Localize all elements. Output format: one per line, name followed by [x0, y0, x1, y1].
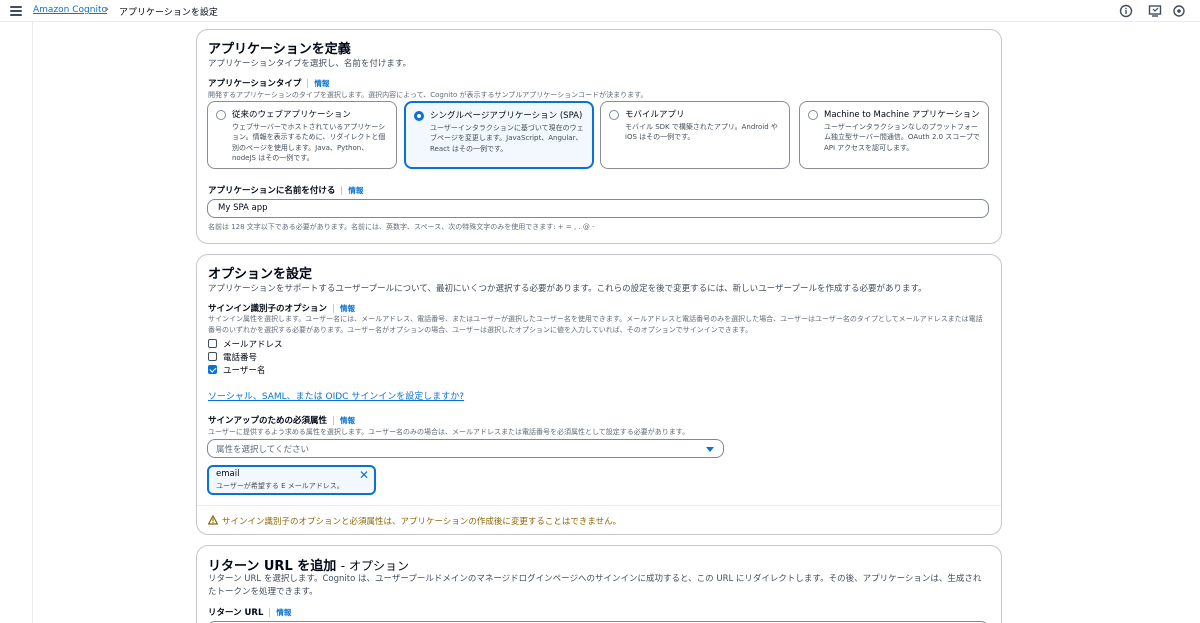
radio-button[interactable] [808, 110, 818, 120]
checkbox-box[interactable] [208, 339, 217, 348]
tile-traditional-web-app[interactable]: 従来のウェブアプリケーション ウェブサーバーでホストされているアプリケーション。… [207, 101, 397, 169]
checkbox-box[interactable] [208, 352, 217, 361]
federated-signin-link[interactable]: ソーシャル、SAML、または OIDC サインインを設定しますか? [208, 389, 464, 402]
select-placeholder: 属性を選択してください [216, 445, 309, 455]
info-link[interactable]: 情報 [333, 304, 356, 313]
panel-description: アプリケーションタイプを選択し、名前を付けます。 [208, 59, 411, 69]
tile-title: シングルページアプリケーション (SPA) [430, 111, 583, 121]
token-name: email [216, 469, 240, 479]
panel-title: アプリケーションを定義 [208, 42, 351, 57]
tile-title: Machine to Machine アプリケーション [824, 110, 980, 120]
panel-description: リターン URL を選択します。Cognito は、ユーザープールドメインのマネ… [208, 574, 982, 597]
app-name-label: アプリケーションに名前を付ける 情報 [208, 186, 364, 196]
signup-attributes-label: サインアップのための必須属性 情報 [208, 416, 356, 426]
signup-description: ユーザーに提供するよう求める属性を選択します。ユーザー名のみの場合は、メールアド… [208, 428, 690, 436]
attribute-select[interactable]: 属性を選択してください [207, 439, 724, 458]
tile-title: 従来のウェブアプリケーション [232, 110, 351, 120]
breadcrumb-cognito-link[interactable]: Amazon Cognito [33, 5, 107, 15]
tile-title: モバイルアプリ [625, 110, 685, 120]
tile-machine-to-machine[interactable]: Machine to Machine アプリケーション ユーザーインタラクション… [799, 101, 989, 169]
hamburger-menu-icon[interactable] [10, 6, 22, 16]
radio-button-selected[interactable] [414, 111, 424, 121]
tile-description: モバイル SDK で構築されたアプリ。Android や iOS はその一例です… [625, 123, 778, 142]
app-type-label: アプリケーションタイプ 情報 [208, 79, 330, 89]
warning-message: サインイン識別子のオプションと必須属性は、アプリケーションの作成後に変更すること… [208, 515, 621, 527]
top-navigation-bar: Amazon Cognito › アプリケーションを設定 [0, 0, 1200, 22]
tile-description: ユーザーインタラクションなしのプラットフォーム独立型サーバー間通信。OAuth … [824, 123, 980, 152]
return-url-label: リターン URL 情報 [208, 608, 292, 618]
checkbox-label: 電話番号 [223, 353, 258, 363]
app-type-description: 開発するアプリケーションのタイプを選択します。選択内容によって、Cognito … [208, 91, 648, 99]
side-divider [32, 22, 33, 623]
app-name-input[interactable]: My SPA app [207, 199, 989, 218]
checkbox-label: ユーザー名 [223, 366, 266, 376]
close-icon[interactable]: ✕ [359, 469, 369, 481]
panel-title: オプションを設定 [208, 267, 313, 282]
panel-title: リターン URL を追加 - オプション [208, 559, 409, 574]
define-application-panel: アプリケーションを定義 アプリケーションタイプを選択し、名前を付けます。 アプリ… [196, 29, 1002, 244]
breadcrumb-current-page: アプリケーションを設定 [119, 8, 218, 18]
info-link[interactable]: 情報 [341, 186, 364, 195]
settings-icon[interactable] [1172, 4, 1186, 18]
divider [197, 505, 1001, 506]
signin-options-label: サインイン識別子のオプション 情報 [208, 304, 356, 314]
panel-description: アプリケーションをサポートするユーザープールについて、最初にいくつか選択する必要… [208, 284, 927, 294]
info-circle-icon[interactable] [1119, 4, 1133, 18]
radio-button[interactable] [609, 110, 619, 120]
checkbox-label: メールアドレス [223, 340, 283, 350]
info-link[interactable]: 情報 [269, 608, 292, 617]
checkbox-box-checked[interactable] [208, 365, 217, 374]
radio-button[interactable] [216, 110, 226, 120]
breadcrumb-separator: › [105, 4, 109, 15]
info-link[interactable]: 情報 [333, 416, 356, 425]
signin-description: サインイン属性を選択します。ユーザー名には、メールアドレス、電話番号、またはユー… [208, 315, 983, 334]
caret-down-icon[interactable] [706, 447, 714, 452]
tile-mobile-app[interactable]: モバイルアプリ モバイル SDK で構築されたアプリ。Android や iOS… [600, 101, 790, 169]
info-link[interactable]: 情報 [307, 79, 330, 88]
tile-description: ウェブサーバーでホストされているアプリケーション。情報を表示するために、リダイレ… [232, 123, 386, 163]
tile-description: ユーザーインタラクションに基づいて現在のウェブページを変更します。JavaScr… [430, 124, 584, 153]
warning-icon [208, 515, 218, 525]
feedback-icon[interactable] [1148, 4, 1162, 18]
tile-single-page-app[interactable]: シングルページアプリケーション (SPA) ユーザーインタラクションに基づいて現… [404, 101, 594, 169]
return-url-panel: リターン URL を追加 - オプション リターン URL を選択します。Cog… [196, 545, 1002, 623]
attribute-token-email: email ユーザーが希望する E メールアドレス。 ✕ [207, 465, 376, 495]
token-description: ユーザーが希望する E メールアドレス。 [216, 482, 344, 490]
app-name-constraint: 名前は 128 文字以下である必要があります。名前には、英数字、スペース、次の特… [208, 223, 595, 231]
configure-options-panel: オプションを設定 アプリケーションをサポートするユーザープールについて、最初にい… [196, 254, 1002, 535]
